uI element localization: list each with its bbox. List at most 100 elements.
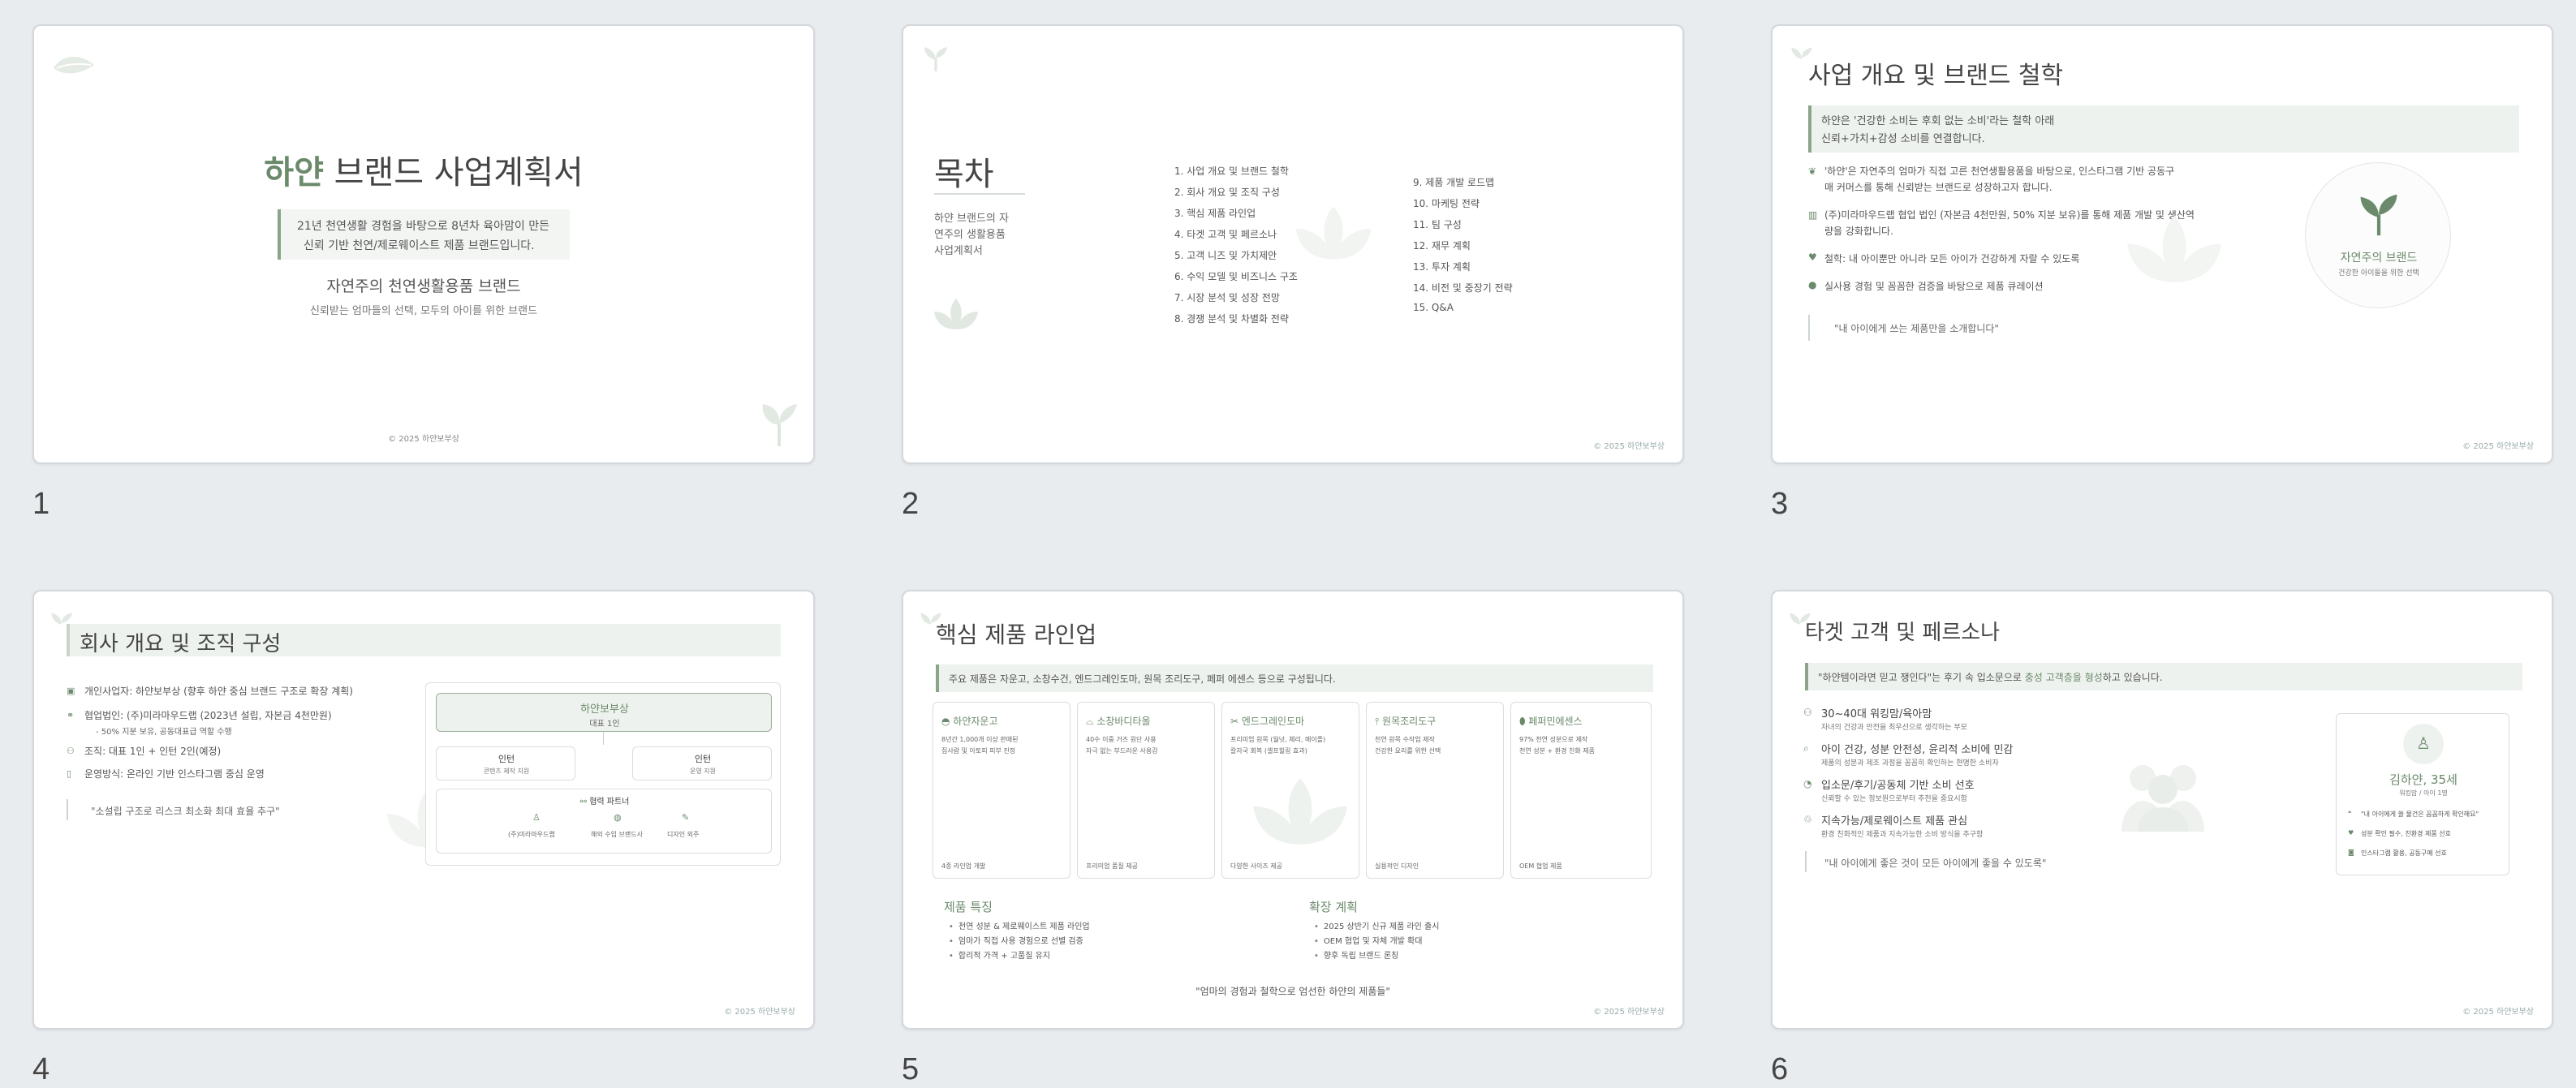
slide-number: 1 (32, 487, 50, 521)
partner-name: 해외 수입 브랜드사 (591, 831, 643, 838)
handshake-icon: ⚭ (67, 710, 75, 720)
footer: © 2025 하얀보부상 (1593, 1008, 1665, 1017)
toc-item[interactable]: 13. 투자 계획 (1413, 260, 1471, 273)
intern-box[interactable]: 인턴 콘텐츠 제작 지원 (436, 746, 575, 781)
page-title: 목차 (934, 156, 994, 193)
bullet-text: 매 커머스를 통해 신뢰받는 브랜드로 성장하고자 합니다. (1824, 182, 2053, 193)
highlight-text: 하고 있습니다. (2102, 672, 2163, 683)
product-card[interactable]: ✂ 엔드그레인도마 프리미엄 원목 (월넛, 체리, 메이플) 칼자국 회복 (… (1221, 702, 1359, 879)
toc-item[interactable]: 10. 마케팅 전략 (1413, 196, 1480, 210)
closing-quote: "엄마의 경험과 철학으로 엄선한 하얀의 제품들" (1195, 986, 1390, 997)
toc-item[interactable]: 11. 팀 구성 (1413, 217, 1462, 231)
footer: © 2025 하얀보부상 (724, 1008, 795, 1017)
product-card[interactable]: ⬮ 페퍼민에센스 97% 천연 성분으로 제작 천연 성분 + 환경 친화 제품… (1510, 702, 1652, 879)
toc-item[interactable]: 1. 사업 개요 및 브랜드 철학 (1174, 164, 1289, 178)
target-item-title: 30~40대 워킹맘/육아맘 (1821, 708, 1932, 720)
toc-desc-3: 사업계획서 (934, 245, 983, 257)
org-item: 조직: 대표 1인 + 인턴 2인(예정) (84, 746, 222, 757)
org-sub-item: - 50% 지분 보유, 공동대표급 역할 수행 (96, 728, 232, 737)
toc-desc-1: 하얀 브랜드의 자 (934, 213, 1009, 225)
slide-thumbnail-1[interactable]: 하얀 브랜드 사업계획서 21년 천연생활 경험을 바탕으로 8년차 육아맘이 … (32, 24, 815, 464)
slide-thumbnail-5[interactable]: 핵심 제품 라인업 주요 제품은 자운고, 소창수건, 엔드그레인도마, 원목 … (902, 590, 1684, 1030)
slide-thumbnail-3[interactable]: 사업 개요 및 브랜드 철학 하얀은 '건강한 소비는 후회 없는 소비'라는 … (1771, 24, 2553, 464)
product-desc: 집사람 및 아토피 피부 진정 (941, 747, 1016, 755)
heart-icon: ♥ (2348, 829, 2354, 836)
intern-box[interactable]: 인턴 운영 지원 (632, 746, 772, 781)
search-icon: ⌕ (1803, 742, 1809, 754)
product-card[interactable]: ⌓ 소창바디타올 40수 이중 거즈 원단 사용 자극 없는 부드러운 사용감 … (1077, 702, 1215, 879)
target-item-desc: 환경 친화적인 제품과 지속가능한 소비 방식을 추구함 (1821, 831, 1984, 839)
toc-desc-2: 연주의 생활용품 (934, 229, 1006, 241)
toc-item[interactable]: 9. 제품 개발 로드맵 (1413, 175, 1494, 189)
expansion-item: OEM 협업 및 자체 개발 확대 (1314, 934, 1423, 946)
page-title: 브랜드 사업계획서 (323, 154, 584, 191)
product-footnote: 4종 라인업 개발 (941, 862, 986, 870)
intern-title: 인턴 (498, 754, 515, 764)
bullet-text: 철학: 내 아이뿐만 아니라 모든 아이가 건강하게 자랄 수 있도록 (1824, 253, 2080, 264)
slide-number: 4 (32, 1052, 50, 1086)
toc-item[interactable]: 2. 회사 개요 및 조직 구성 (1174, 185, 1280, 199)
org-item: 개인사업자: 하얀보부상 (향후 하얀 중심 브랜드 구조로 확장 계획) (84, 686, 353, 697)
person-icon: ♙ (2416, 733, 2431, 753)
slide-thumbnail-4[interactable]: 회사 개요 및 조직 구성 ▣ 개인사업자: 하얀보부상 (향후 하얀 중심 브… (32, 590, 815, 1030)
expansion-item: 향후 독립 브랜드 론칭 (1314, 948, 1398, 961)
sprout-icon (762, 404, 797, 446)
expansion-item: 2025 상반기 신규 제품 라인 출시 (1314, 919, 1440, 931)
page-title: 회사 개요 및 조직 구성 (80, 632, 282, 656)
persona-point: 인스타그램 활용, 공동구매 선호 (2361, 849, 2447, 857)
heart-icon: ♥ (1808, 252, 1817, 263)
product-footnote: OEM 협업 제품 (1519, 862, 1562, 870)
slide-thumbnail-2[interactable]: 목차 하얀 브랜드의 자 연주의 생활용품 사업계획서 1. 사업 개요 및 브… (902, 24, 1684, 464)
product-footnote: 실용적인 디자인 (1375, 862, 1419, 870)
partner-name: 디자인 외주 (667, 831, 700, 838)
ceo-box[interactable]: 하얀보부상 대표 1인 (436, 693, 772, 732)
page-title: 타겟 고객 및 페르소나 (1805, 621, 2001, 645)
people-icon: ⚇ (67, 746, 75, 756)
target-item-desc: 자녀의 건강과 안전을 최우선으로 생각하는 부모 (1821, 724, 1967, 732)
slide-number: 6 (1771, 1052, 1789, 1086)
product-name: 원목조리도구 (1382, 716, 1437, 727)
toc-item[interactable]: 15. Q&A (1413, 302, 1454, 313)
bullet-text: 실사용 경험 및 꼼꼼한 검증을 바탕으로 제품 큐레이션 (1824, 281, 2044, 292)
target-item-title: 입소문/후기/공동체 기반 소비 선호 (1821, 780, 1975, 792)
persona-point: "내 아이에게 쓸 물건은 꼼꼼하게 확인해요" (2361, 811, 2479, 818)
persona-card[interactable]: ♙ 김하얀, 35세 워킹맘 / 아이 1명 ❝ "내 아이에게 쓸 물건은 꼼… (2336, 713, 2509, 875)
highlight-text: 주요 제품은 자운고, 소창수건, 엔드그레인도마, 원목 조리도구, 페퍼 에… (949, 673, 1336, 685)
product-card[interactable]: ⫯ 원목조리도구 천연 원목 수작업 제작 건강한 요리를 위한 선택 실용적인… (1366, 702, 1504, 879)
sprout-icon (924, 47, 947, 71)
target-quote: "내 아이에게 좋은 것이 모든 아이에게 좋을 수 있도록" (1824, 858, 2047, 869)
footer: © 2025 하얀보부상 (2462, 442, 2534, 451)
person-icon: ♙ (532, 812, 541, 823)
slide-thumbnail-6[interactable]: 타겟 고객 및 페르소나 "하얀템이라면 믿고 쟁인다"는 후기 속 입소문으로… (1771, 590, 2553, 1030)
org-item: 운영방식: 온라인 기반 인스타그램 중심 운영 (84, 768, 265, 780)
toc-item[interactable]: 5. 고객 니즈 및 가치제안 (1174, 248, 1277, 262)
toc-item[interactable]: 7. 시장 분석 및 성장 전망 (1174, 290, 1280, 304)
toc-item[interactable]: 3. 핵심 제품 라인업 (1174, 206, 1256, 220)
toc-item[interactable]: 6. 수익 모델 및 비즈니스 구조 (1174, 269, 1298, 283)
toc-item[interactable]: 8. 경쟁 분석 및 차별화 전략 (1174, 312, 1289, 325)
highlight-emphasis: 충성 고객층을 형성 (2024, 672, 2103, 683)
droplet-icon: ⬮ (1519, 716, 1529, 727)
tagline: 신뢰받는 엄마들의 선택, 모두의 아이를 위한 브랜드 (309, 305, 538, 317)
intern-role: 콘텐츠 제작 지원 (483, 768, 530, 775)
leaf-icon (54, 56, 94, 74)
toc-item[interactable]: 4. 타겟 고객 및 페르소나 (1174, 227, 1277, 241)
product-card[interactable]: ◓ 하얀자운고 8년간 1,000개 이상 판매된 집사람 및 아토피 피부 진… (933, 702, 1070, 879)
users-watermark-icon (2122, 765, 2204, 832)
feature-item: 합리적 가격 + 고품질 유지 (949, 948, 1050, 961)
footer: © 2025 하얀보부상 (1593, 442, 1665, 451)
sprout-icon (2360, 194, 2397, 236)
ceo-name: 하얀보부상 (580, 703, 629, 716)
partner-box: ⚯ 협력 파트너 ♙ ◍ ✎ (주)미라마우드랩 해외 수입 브랜드사 디자인 … (436, 789, 772, 854)
lotus-watermark-icon (1295, 206, 1372, 260)
bullet-text: '하얀'은 자연주의 엄마가 직접 고른 천연생활용품을 바탕으로, 인스타그램… (1824, 166, 2175, 177)
pen-icon: ✎ (682, 812, 690, 823)
persona-role: 워킹맘 / 아이 1명 (2399, 789, 2448, 797)
product-desc: 40수 이중 거즈 원단 사용 (1086, 736, 1157, 743)
highlight-line-2: 신뢰+가치+감성 소비를 연결합니다. (1821, 133, 1985, 145)
instagram-icon: ◙ (2348, 849, 2354, 856)
product-desc: 칼자국 회복 (셀프힐링 효과) (1230, 747, 1307, 755)
toc-item[interactable]: 14. 비전 및 중장기 전략 (1413, 281, 1513, 295)
toc-item[interactable]: 12. 재무 계획 (1413, 239, 1471, 252)
recycle-icon: ♲ (1803, 814, 1812, 825)
